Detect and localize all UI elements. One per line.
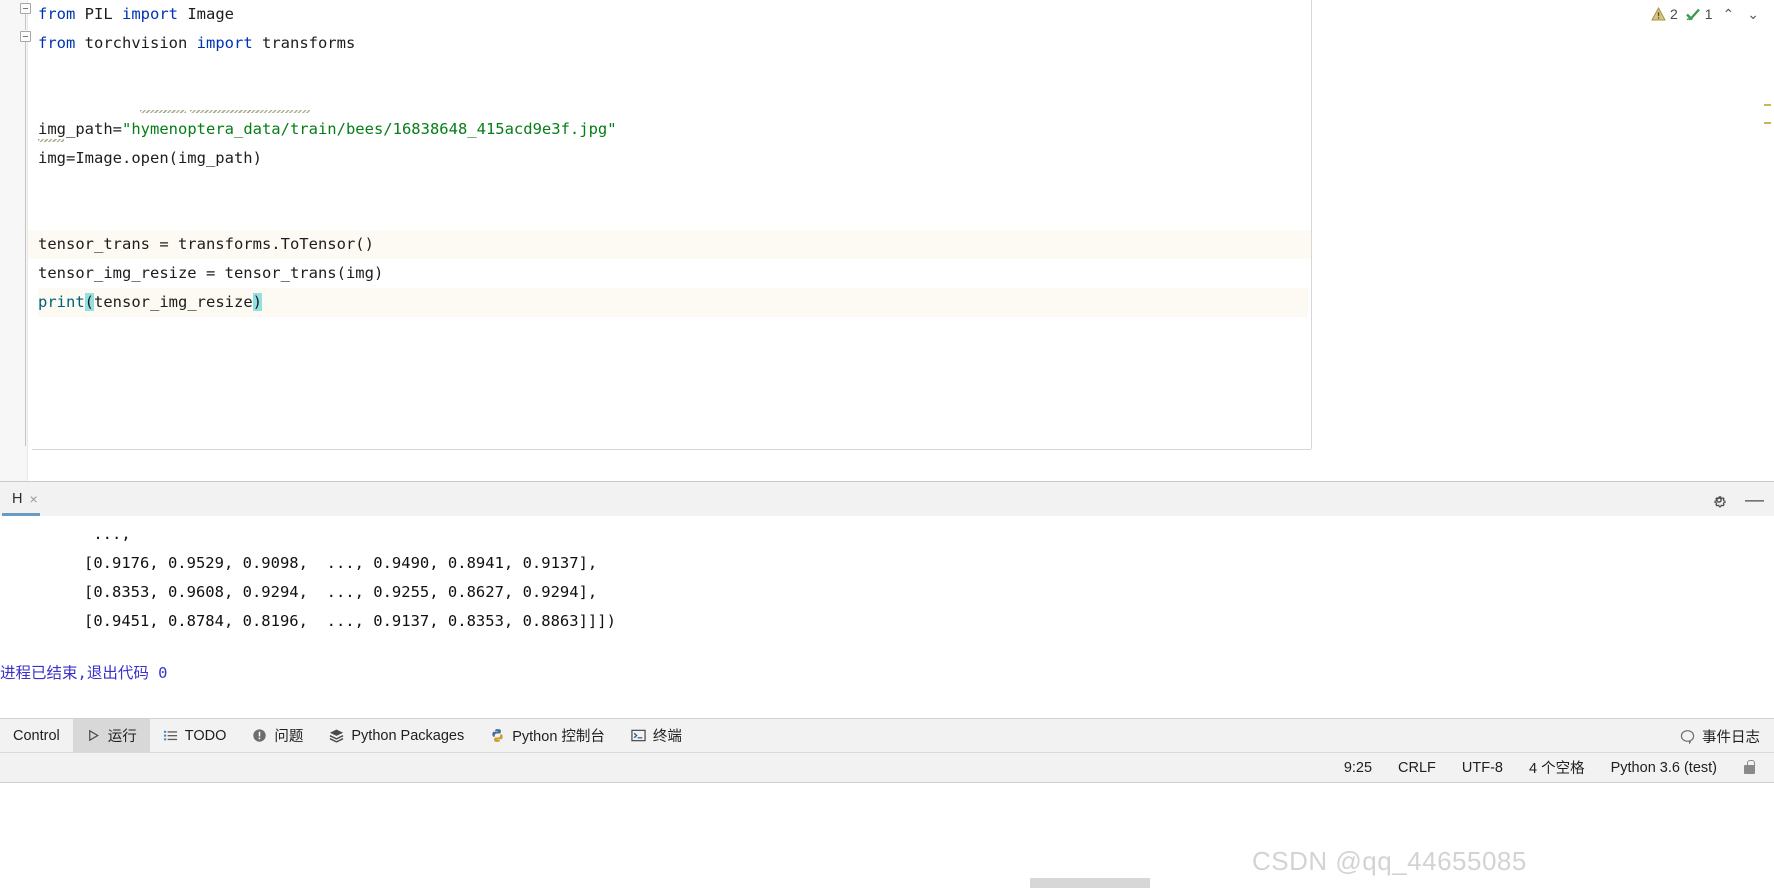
spellcheck-squiggle — [190, 110, 310, 113]
scrollbar-warning-tick[interactable] — [1764, 104, 1771, 106]
pycharm-window: from PIL import Image from torchvision im… — [0, 0, 1774, 888]
event-log-button[interactable]: 事件日志 — [1680, 719, 1760, 753]
balloon-icon — [1680, 729, 1695, 744]
toolbar-item-todo[interactable]: TODO — [150, 719, 240, 753]
toolbar-item-label: TODO — [184, 727, 227, 744]
code-token: import — [196, 33, 253, 52]
bottom-divider — [0, 782, 1774, 783]
code-token: print — [38, 292, 85, 311]
code-line[interactable]: tensor_trans = transforms.ToTensor() — [38, 230, 1308, 259]
problems-icon — [253, 729, 267, 742]
fold-tail — [25, 42, 26, 446]
editor-right-divider — [1311, 0, 1312, 449]
code-token: Image — [178, 5, 234, 23]
code-token: transforms — [252, 33, 356, 52]
marker-scrollbar[interactable] — [1762, 0, 1774, 481]
indent-setting[interactable]: 4 个空格 — [1529, 757, 1585, 778]
warning-count: 2 — [1669, 6, 1678, 22]
inspection-warnings[interactable]: 2 — [1651, 6, 1678, 22]
code-token: PIL — [75, 5, 122, 23]
toolbar-item-python-控制台[interactable]: Python 控制台 — [477, 719, 618, 753]
console-line: [0.9451, 0.8784, 0.8196, ..., 0.9137, 0.… — [0, 612, 616, 630]
chevron-down-icon[interactable]: ⌄ — [1744, 6, 1762, 23]
event-log-label: 事件日志 — [1702, 729, 1760, 746]
code-token: img_path= — [38, 120, 122, 139]
code-token: tensor_img_resize = tensor_trans(img) — [38, 264, 384, 283]
code-text[interactable]: from PIL import Image from torchvision im… — [38, 0, 1308, 481]
play-icon — [88, 729, 99, 742]
code-line[interactable] — [38, 58, 1308, 87]
toolbar-item-label: Python 控制台 — [512, 729, 605, 745]
editor-bottom-divider — [32, 449, 1311, 450]
inspection-widget[interactable]: 2 1 ⌃ ⌄ — [1651, 2, 1762, 26]
taskbar-nub — [1030, 878, 1150, 888]
terminal-icon — [631, 729, 646, 742]
ok-count: 1 — [1704, 6, 1713, 22]
code-token: import — [122, 5, 178, 23]
lock-icon[interactable] — [1743, 760, 1756, 775]
toolbar-item-运行[interactable]: 运行 — [72, 718, 150, 753]
scrollbar-warning-tick[interactable] — [1764, 122, 1771, 124]
code-line[interactable]: tensor_img_resize = tensor_trans(img) — [38, 259, 1308, 288]
toolbar-item-python-packages[interactable]: Python Packages — [316, 719, 477, 753]
toolbar-item-label: 运行 — [107, 729, 137, 745]
code-token: "hymenoptera_data/train/bees/16838648_41… — [122, 120, 617, 139]
spellcheck-squiggle — [38, 139, 64, 142]
code-token: tensor_trans = transforms.ToTensor() — [38, 235, 374, 254]
chevron-up-icon[interactable]: ⌃ — [1720, 6, 1738, 23]
console-line: ..., — [0, 525, 131, 543]
toolbar-item-label: Control — [13, 727, 60, 744]
code-line[interactable]: from PIL import Image — [38, 0, 1308, 29]
code-token: tensor_img_resize — [94, 292, 253, 311]
close-icon[interactable]: × — [29, 491, 37, 507]
run-tab-label: H — [12, 491, 23, 507]
toolbar-item-control[interactable]: Control — [0, 719, 73, 753]
status-bar: 9:25 CRLF UTF-8 4 个空格 Python 3.6 (test) — [0, 752, 1774, 782]
packages-icon — [330, 729, 344, 743]
code-line[interactable]: print(tensor_img_resize) — [38, 287, 1308, 317]
bottom-toolbar: Control 运行 TODO 问题 Python Packages Python 控制台… — [0, 718, 1774, 753]
toolbar-item-label: 终端 — [652, 729, 682, 745]
process-exit-message: 进程已结束,退出代码 0 — [0, 664, 168, 682]
code-token: img=Image.open(img_path) — [38, 148, 262, 167]
fold-marker-icon[interactable] — [20, 31, 31, 42]
inspection-ok[interactable]: 1 — [1685, 6, 1713, 22]
toolbar-item-label: Python Packages — [351, 727, 465, 744]
toolbar-item-label: 问题 — [274, 729, 304, 745]
run-tab[interactable]: H × — [0, 482, 48, 516]
window-bottom-area — [0, 782, 1774, 888]
warning-triangle-icon — [1651, 7, 1666, 21]
code-token: torchvision — [75, 33, 197, 52]
python-interpreter[interactable]: Python 3.6 (test) — [1611, 760, 1717, 776]
code-line[interactable] — [38, 173, 1308, 202]
fold-marker-icon[interactable] — [20, 3, 31, 14]
code-editor[interactable]: from PIL import Image from torchvision im… — [0, 0, 1774, 481]
gear-icon[interactable] — [1711, 492, 1727, 508]
code-line[interactable]: img_path="hymenoptera_data/train/bees/16… — [38, 115, 1308, 144]
toolbar-item-终端[interactable]: 终端 — [618, 719, 695, 753]
code-line[interactable] — [38, 202, 1308, 231]
code-token: ) — [252, 292, 262, 311]
caret-position[interactable]: 9:25 — [1344, 760, 1372, 776]
code-line[interactable]: from torchvision import transforms — [38, 29, 1308, 58]
python-icon — [492, 729, 503, 742]
console-line: [0.9176, 0.9529, 0.9098, ..., 0.9490, 0.… — [0, 554, 598, 572]
toolbar-item-问题[interactable]: 问题 — [239, 719, 316, 753]
run-panel-header: H × — — [0, 482, 1774, 516]
green-check-icon — [1685, 8, 1700, 21]
file-encoding[interactable]: UTF-8 — [1462, 760, 1503, 776]
console-line: [0.8353, 0.9608, 0.9294, ..., 0.9255, 0.… — [0, 583, 598, 601]
todo-list-icon — [163, 730, 177, 741]
spellcheck-squiggle — [140, 110, 186, 113]
run-tool-window: H × — ..., [0.9176, 0.9529, 0.9098, ...,… — [0, 481, 1774, 718]
code-token: from — [38, 5, 76, 23]
code-line[interactable]: img=Image.open(img_path) — [38, 144, 1308, 173]
console-output[interactable]: ..., [0.9176, 0.9529, 0.9098, ..., 0.949… — [0, 516, 1774, 718]
line-separator[interactable]: CRLF — [1398, 760, 1436, 776]
minimize-icon[interactable]: — — [1745, 491, 1764, 510]
fold-tail — [25, 14, 26, 30]
run-panel-actions: — — [1711, 483, 1764, 517]
code-token: from — [38, 33, 76, 52]
code-token: ( — [84, 292, 95, 311]
